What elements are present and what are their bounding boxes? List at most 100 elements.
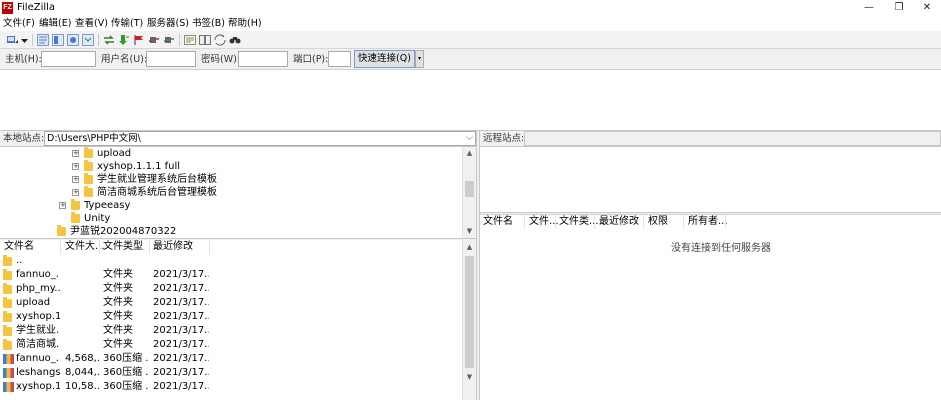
pane-splitter[interactable]	[476, 131, 480, 400]
file-row[interactable]: 学生就业... 文件夹 2021/3/17...	[0, 324, 462, 338]
menu-transfer[interactable]: 传输(T)	[111, 17, 143, 30]
file-row[interactable]: upload 文件夹 2021/3/17...	[0, 296, 462, 310]
column-header-owner[interactable]: 所有者...	[688, 215, 728, 229]
menu-bookmarks[interactable]: 书签(B)	[192, 17, 225, 30]
disconnect-icon[interactable]	[148, 34, 160, 46]
column-header-filetype[interactable]: 文件类...	[559, 215, 599, 229]
reconnect-icon[interactable]	[163, 34, 175, 46]
compare-icon[interactable]	[199, 34, 211, 46]
directory-filters-icon[interactable]	[184, 34, 196, 46]
column-header-modified[interactable]: 最近修改	[153, 240, 193, 254]
sync-browsing-icon[interactable]	[214, 34, 226, 46]
cell-filename: php_my...	[16, 283, 60, 294]
file-row[interactable]: php_my... 文件夹 2021/3/17...	[0, 282, 462, 296]
expand-icon[interactable]: +	[72, 150, 79, 157]
tree-item-label: upload	[97, 148, 132, 159]
cell-filetype: 文件夹	[103, 325, 133, 336]
column-divider	[555, 215, 556, 229]
host-input[interactable]	[41, 51, 96, 67]
remote-site-bar: 远程站点:	[480, 131, 941, 147]
port-label: 端口(P):	[293, 54, 329, 65]
sort-arrow-icon: ^	[28, 240, 35, 247]
tree-item-label: 简洁商城系统后台管理模板	[97, 187, 217, 198]
password-label: 密码(W):	[201, 54, 241, 65]
scrollbar-thumb[interactable]	[465, 256, 474, 368]
minimize-button[interactable]: —	[855, 0, 883, 16]
column-header-permissions[interactable]: 权限	[648, 215, 668, 229]
toolbar	[0, 31, 941, 49]
cell-modified: 2021/3/17...	[153, 339, 209, 350]
file-list-scrollbar[interactable]: ▲ ▼	[462, 240, 476, 400]
menu-view[interactable]: 查看(V)	[75, 17, 108, 30]
cell-filename: xyshop.1...	[16, 381, 60, 392]
filezilla-logo-icon: FZ	[2, 2, 13, 14]
column-header-modified[interactable]: 最近修改	[599, 215, 639, 229]
menu-help[interactable]: 帮助(H)	[228, 17, 262, 30]
tree-scrollbar[interactable]: ▲ ▼	[462, 147, 476, 238]
toggle-local-tree-icon[interactable]	[52, 34, 64, 46]
menu-server[interactable]: 服务器(S)	[147, 17, 189, 30]
message-log[interactable]	[0, 70, 941, 131]
expand-icon[interactable]: +	[59, 202, 66, 209]
dropdown-arrow-icon[interactable]	[20, 34, 29, 46]
cell-filename: upload	[16, 297, 51, 308]
folder-icon	[71, 199, 80, 210]
cell-modified: 2021/3/17...	[153, 283, 209, 294]
cancel-icon[interactable]	[133, 34, 145, 46]
file-row[interactable]: xyshop.1... 文件夹 2021/3/17...	[0, 310, 462, 324]
archive-icon	[3, 368, 14, 378]
quickconnect-bar: 主机(H): 用户名(U): 密码(W): 端口(P): 快速连接(Q) ▾	[0, 49, 941, 70]
chevron-down-icon[interactable]: ⌵	[466, 132, 473, 145]
scroll-down-icon[interactable]: ▼	[463, 225, 476, 238]
process-queue-icon[interactable]	[118, 34, 130, 46]
file-row[interactable]: fannuo_... 文件夹 2021/3/17...	[0, 268, 462, 282]
local-directory-tree: + upload + xyshop.1.1.1 full + 学生就业管理系统后…	[0, 147, 476, 239]
scroll-down-icon[interactable]: ▼	[463, 371, 476, 384]
cell-filename: fannuo_...	[16, 269, 60, 280]
cell-filetype: 360压缩 ...	[103, 353, 149, 364]
cell-filename: 简洁商城...	[16, 339, 60, 350]
expand-icon[interactable]: +	[72, 163, 79, 170]
cell-modified: 2021/3/17...	[153, 353, 209, 364]
toggle-queue-icon[interactable]	[82, 34, 94, 46]
password-input[interactable]	[238, 51, 288, 67]
toggle-message-log-icon[interactable]	[37, 34, 49, 46]
cell-modified: 2021/3/17...	[153, 325, 209, 336]
folder-icon	[71, 212, 80, 223]
file-row[interactable]: fannuo_... 4,568,... 360压缩 ... 2021/3/17...	[0, 352, 462, 366]
quickconnect-dropdown-button[interactable]: ▾	[415, 50, 424, 68]
file-row[interactable]: 简洁商城... 文件夹 2021/3/17...	[0, 338, 462, 352]
username-input[interactable]	[146, 51, 196, 67]
expand-icon[interactable]: +	[72, 176, 79, 183]
menu-edit[interactable]: 编辑(E)	[39, 17, 71, 30]
scrollbar-thumb[interactable]	[465, 181, 474, 197]
scroll-up-icon[interactable]: ▲	[463, 147, 476, 160]
search-icon[interactable]	[229, 34, 241, 46]
cell-filename: fannuo_...	[16, 353, 60, 364]
file-row[interactable]: xyshop.1... 10,58... 360压缩 ... 2021/3/17...	[0, 380, 462, 394]
port-input[interactable]	[328, 51, 351, 67]
menu-bar: 文件(F) 编辑(E) 查看(V) 传输(T) 服务器(S) 书签(B) 帮助(…	[0, 16, 941, 31]
file-row[interactable]: ..	[0, 254, 462, 268]
site-manager-icon[interactable]	[6, 34, 18, 46]
column-header-filetype[interactable]: 文件类型	[103, 240, 143, 254]
remote-path-combo[interactable]	[524, 131, 941, 146]
file-row[interactable]: leshangs... 8,044,... 360压缩 ... 2021/3/17..…	[0, 366, 462, 380]
column-header-filename[interactable]: 文件名	[483, 215, 513, 229]
menu-file[interactable]: 文件(F)	[3, 17, 35, 30]
folder-icon	[3, 311, 12, 322]
cell-modified: 2021/3/17...	[153, 367, 209, 378]
close-button[interactable]: ✕	[913, 0, 941, 16]
refresh-icon[interactable]	[103, 34, 115, 46]
column-divider	[524, 215, 525, 229]
scroll-up-icon[interactable]: ▲	[463, 241, 476, 254]
column-divider	[209, 240, 210, 254]
column-divider	[149, 240, 150, 254]
local-path-combo[interactable]: D:\Users\PHP中文网\ ⌵	[44, 131, 476, 146]
expand-icon[interactable]: +	[72, 189, 79, 196]
folder-icon	[3, 297, 12, 308]
toggle-remote-tree-icon[interactable]	[67, 34, 79, 46]
tree-item-label: 学生就业管理系统后台模板	[97, 174, 217, 185]
restore-button[interactable]: ❐	[885, 0, 913, 16]
quickconnect-button[interactable]: 快速连接(Q)	[354, 50, 415, 68]
